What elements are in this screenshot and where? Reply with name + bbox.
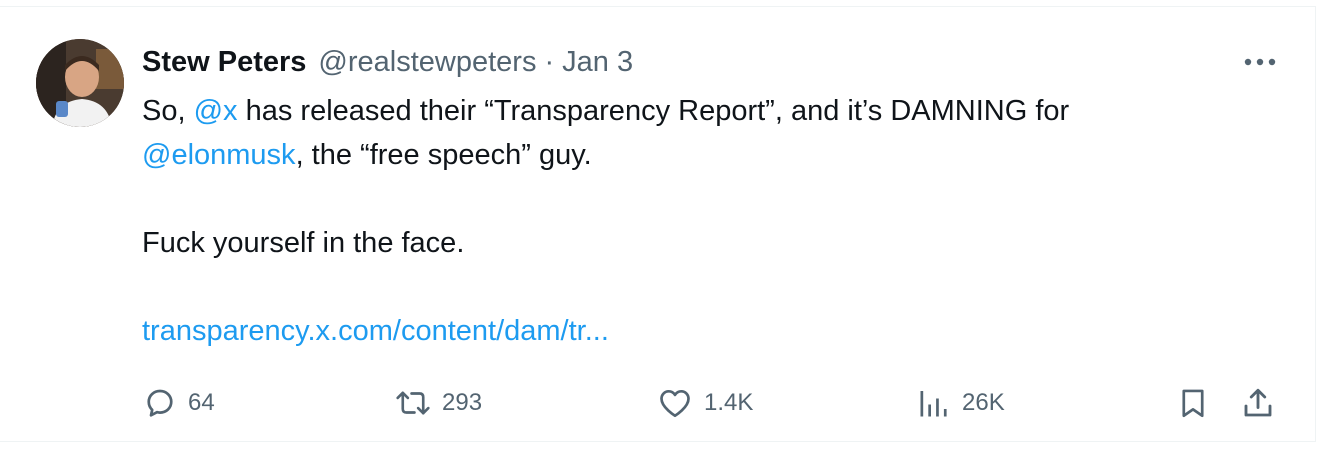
tweet-card[interactable]: Stew Peters @realstewpeters · Jan 3 So, … <box>0 6 1316 442</box>
more-options-button[interactable] <box>1240 47 1280 77</box>
heart-icon <box>660 389 690 418</box>
tweet-link[interactable]: transparency.x.com/content/dam/tr... <box>142 309 1282 353</box>
views-bar-chart-icon <box>920 391 947 417</box>
bookmark-button[interactable] <box>1176 383 1210 423</box>
tweet-text: So, @x has released their “Transparency … <box>142 89 1282 353</box>
author-name[interactable]: Stew Peters <box>142 46 306 79</box>
reply-count: 64 <box>188 389 215 416</box>
author-handle[interactable]: @realstewpeters <box>318 46 536 79</box>
tweet-line-3: Fuck yourself in the face. <box>142 227 465 259</box>
tweet-line-2: @elonmusk, the “free speech” guy. <box>142 133 1282 177</box>
tweet-line-1: So, @x has released their “Transparency … <box>142 89 1282 133</box>
reply-button[interactable]: 64 <box>142 383 215 423</box>
more-dots-icon <box>1244 58 1276 66</box>
repost-button[interactable]: 293 <box>394 383 482 423</box>
text-suffix: has released their “Transparency Report”… <box>237 95 1070 127</box>
reply-bubble-icon <box>147 389 173 417</box>
bookmark-icon <box>1182 389 1204 418</box>
mention-x[interactable]: @x <box>194 95 238 127</box>
repost-icon <box>396 391 430 415</box>
mention-elonmusk[interactable]: @elonmusk <box>142 139 296 171</box>
views-button[interactable]: 26K <box>916 383 1005 423</box>
share-button[interactable] <box>1240 383 1276 423</box>
text-prefix: So, <box>142 95 194 127</box>
separator-dot: · <box>544 45 555 78</box>
tweet-header: Stew Peters @realstewpeters · Jan 3 <box>142 42 633 82</box>
like-button[interactable]: 1.4K <box>656 383 753 423</box>
text-suffix: , the “free speech” guy. <box>295 139 592 171</box>
views-count: 26K <box>962 389 1005 416</box>
repost-count: 293 <box>442 389 483 416</box>
avatar[interactable] <box>36 39 124 127</box>
action-bar: 64 293 1.4K 26K <box>142 383 1282 423</box>
share-icon <box>1244 388 1272 417</box>
tweet-date[interactable]: Jan 3 <box>562 46 633 79</box>
like-count: 1.4K <box>704 389 754 416</box>
